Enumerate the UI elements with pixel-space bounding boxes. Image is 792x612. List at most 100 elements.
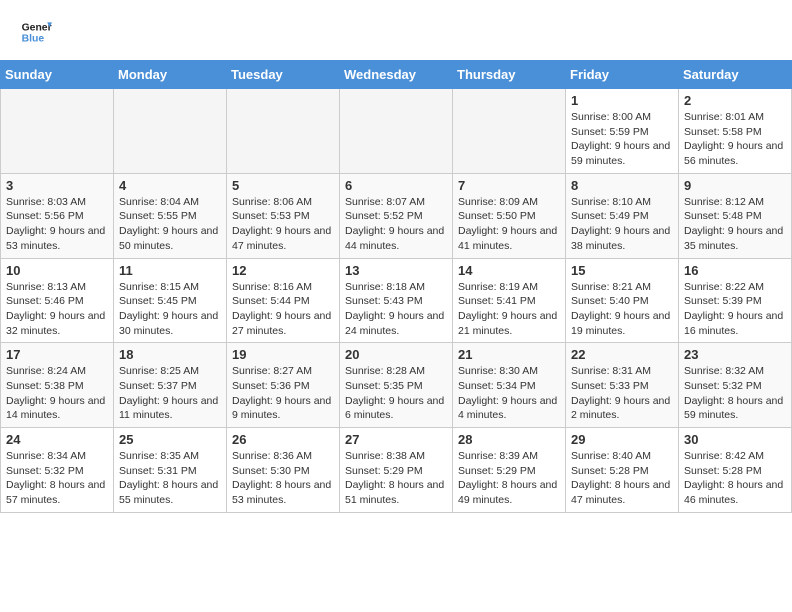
day-info: Sunrise: 8:25 AM Sunset: 5:37 PM Dayligh… <box>119 364 221 423</box>
day-info: Sunrise: 8:31 AM Sunset: 5:33 PM Dayligh… <box>571 364 673 423</box>
day-number: 6 <box>345 178 447 193</box>
day-number: 17 <box>6 347 108 362</box>
day-info: Sunrise: 8:36 AM Sunset: 5:30 PM Dayligh… <box>232 449 334 508</box>
day-number: 2 <box>684 93 786 108</box>
day-info: Sunrise: 8:38 AM Sunset: 5:29 PM Dayligh… <box>345 449 447 508</box>
day-info: Sunrise: 8:03 AM Sunset: 5:56 PM Dayligh… <box>6 195 108 254</box>
day-info: Sunrise: 8:09 AM Sunset: 5:50 PM Dayligh… <box>458 195 560 254</box>
day-info: Sunrise: 8:16 AM Sunset: 5:44 PM Dayligh… <box>232 280 334 339</box>
weekday-header-wednesday: Wednesday <box>340 61 453 89</box>
day-info: Sunrise: 8:22 AM Sunset: 5:39 PM Dayligh… <box>684 280 786 339</box>
day-info: Sunrise: 8:30 AM Sunset: 5:34 PM Dayligh… <box>458 364 560 423</box>
day-number: 12 <box>232 263 334 278</box>
calendar-cell <box>1 89 114 174</box>
svg-text:Blue: Blue <box>22 34 45 45</box>
calendar-week-row: 1 Sunrise: 8:00 AM Sunset: 5:59 PM Daylig… <box>1 89 792 174</box>
day-number: 14 <box>458 263 560 278</box>
calendar-cell: 8 Sunrise: 8:10 AM Sunset: 5:49 PM Daylig… <box>566 173 679 258</box>
calendar-cell: 10Sunrise: 8:13 AM Sunset: 5:46 PM Dayli… <box>1 258 114 343</box>
calendar-cell: 25 Sunrise: 8:35 AM Sunset: 5:31 PM Dayli… <box>114 428 227 513</box>
calendar-cell: 28 Sunrise: 8:39 AM Sunset: 5:29 PM Dayli… <box>453 428 566 513</box>
calendar-week-row: 10Sunrise: 8:13 AM Sunset: 5:46 PM Dayli… <box>1 258 792 343</box>
day-number: 26 <box>232 432 334 447</box>
calendar-cell: 2 Sunrise: 8:01 AM Sunset: 5:58 PM Daylig… <box>679 89 792 174</box>
calendar-cell: 30Sunrise: 8:42 AM Sunset: 5:28 PM Dayli… <box>679 428 792 513</box>
day-number: 1 <box>571 93 673 108</box>
calendar-cell <box>453 89 566 174</box>
weekday-header-sunday: Sunday <box>1 61 114 89</box>
weekday-header-monday: Monday <box>114 61 227 89</box>
calendar-week-row: 24 Sunrise: 8:34 AM Sunset: 5:32 PM Dayli… <box>1 428 792 513</box>
day-number: 30 <box>684 432 786 447</box>
day-info: Sunrise: 8:24 AM Sunset: 5:38 PM Dayligh… <box>6 364 108 423</box>
logo: General Blue <box>20 16 52 48</box>
day-number: 11 <box>119 263 221 278</box>
day-info: Sunrise: 8:04 AM Sunset: 5:55 PM Dayligh… <box>119 195 221 254</box>
calendar-header-row: SundayMondayTuesdayWednesdayThursdayFrid… <box>1 61 792 89</box>
weekday-header-thursday: Thursday <box>453 61 566 89</box>
day-info: Sunrise: 8:07 AM Sunset: 5:52 PM Dayligh… <box>345 195 447 254</box>
day-info: Sunrise: 8:01 AM Sunset: 5:58 PM Dayligh… <box>684 110 786 169</box>
day-info: Sunrise: 8:13 AM Sunset: 5:46 PM Dayligh… <box>6 280 108 339</box>
calendar-cell: 3 Sunrise: 8:03 AM Sunset: 5:56 PM Daylig… <box>1 173 114 258</box>
calendar-cell: 4 Sunrise: 8:04 AM Sunset: 5:55 PM Daylig… <box>114 173 227 258</box>
day-info: Sunrise: 8:35 AM Sunset: 5:31 PM Dayligh… <box>119 449 221 508</box>
calendar-cell: 17 Sunrise: 8:24 AM Sunset: 5:38 PM Dayli… <box>1 343 114 428</box>
calendar-cell: 19Sunrise: 8:27 AM Sunset: 5:36 PM Dayli… <box>227 343 340 428</box>
day-number: 15 <box>571 263 673 278</box>
day-number: 23 <box>684 347 786 362</box>
weekday-header-tuesday: Tuesday <box>227 61 340 89</box>
calendar-cell: 5 Sunrise: 8:06 AM Sunset: 5:53 PM Daylig… <box>227 173 340 258</box>
calendar-cell: 11 Sunrise: 8:15 AM Sunset: 5:45 PM Dayli… <box>114 258 227 343</box>
calendar-week-row: 17 Sunrise: 8:24 AM Sunset: 5:38 PM Dayli… <box>1 343 792 428</box>
calendar-cell: 23 Sunrise: 8:32 AM Sunset: 5:32 PM Dayli… <box>679 343 792 428</box>
day-number: 24 <box>6 432 108 447</box>
day-info: Sunrise: 8:15 AM Sunset: 5:45 PM Dayligh… <box>119 280 221 339</box>
calendar-cell: 21Sunrise: 8:30 AM Sunset: 5:34 PM Dayli… <box>453 343 566 428</box>
calendar-cell: 29 Sunrise: 8:40 AM Sunset: 5:28 PM Dayli… <box>566 428 679 513</box>
calendar-cell: 6 Sunrise: 8:07 AM Sunset: 5:52 PM Daylig… <box>340 173 453 258</box>
day-number: 13 <box>345 263 447 278</box>
page-header: General Blue <box>0 0 792 52</box>
calendar-week-row: 3 Sunrise: 8:03 AM Sunset: 5:56 PM Daylig… <box>1 173 792 258</box>
day-number: 20 <box>345 347 447 362</box>
day-info: Sunrise: 8:06 AM Sunset: 5:53 PM Dayligh… <box>232 195 334 254</box>
calendar-cell: 16 Sunrise: 8:22 AM Sunset: 5:39 PM Dayli… <box>679 258 792 343</box>
calendar-cell: 1 Sunrise: 8:00 AM Sunset: 5:59 PM Daylig… <box>566 89 679 174</box>
calendar-table: SundayMondayTuesdayWednesdayThursdayFrid… <box>0 60 792 513</box>
calendar-cell: 7Sunrise: 8:09 AM Sunset: 5:50 PM Daylig… <box>453 173 566 258</box>
calendar-cell: 9Sunrise: 8:12 AM Sunset: 5:48 PM Daylig… <box>679 173 792 258</box>
day-info: Sunrise: 8:34 AM Sunset: 5:32 PM Dayligh… <box>6 449 108 508</box>
calendar-cell <box>340 89 453 174</box>
calendar-cell: 14 Sunrise: 8:19 AM Sunset: 5:41 PM Dayli… <box>453 258 566 343</box>
day-info: Sunrise: 8:19 AM Sunset: 5:41 PM Dayligh… <box>458 280 560 339</box>
calendar-cell: 13 Sunrise: 8:18 AM Sunset: 5:43 PM Dayli… <box>340 258 453 343</box>
day-info: Sunrise: 8:00 AM Sunset: 5:59 PM Dayligh… <box>571 110 673 169</box>
calendar-cell: 26 Sunrise: 8:36 AM Sunset: 5:30 PM Dayli… <box>227 428 340 513</box>
day-info: Sunrise: 8:12 AM Sunset: 5:48 PM Dayligh… <box>684 195 786 254</box>
day-info: Sunrise: 8:40 AM Sunset: 5:28 PM Dayligh… <box>571 449 673 508</box>
day-info: Sunrise: 8:32 AM Sunset: 5:32 PM Dayligh… <box>684 364 786 423</box>
day-number: 16 <box>684 263 786 278</box>
day-number: 3 <box>6 178 108 193</box>
weekday-header-saturday: Saturday <box>679 61 792 89</box>
calendar-cell: 20 Sunrise: 8:28 AM Sunset: 5:35 PM Dayli… <box>340 343 453 428</box>
calendar-cell <box>114 89 227 174</box>
calendar-cell: 27 Sunrise: 8:38 AM Sunset: 5:29 PM Dayli… <box>340 428 453 513</box>
logo-icon: General Blue <box>20 16 52 48</box>
day-info: Sunrise: 8:18 AM Sunset: 5:43 PM Dayligh… <box>345 280 447 339</box>
day-number: 5 <box>232 178 334 193</box>
day-number: 25 <box>119 432 221 447</box>
day-number: 29 <box>571 432 673 447</box>
day-info: Sunrise: 8:28 AM Sunset: 5:35 PM Dayligh… <box>345 364 447 423</box>
calendar-cell: 15 Sunrise: 8:21 AM Sunset: 5:40 PM Dayli… <box>566 258 679 343</box>
day-info: Sunrise: 8:10 AM Sunset: 5:49 PM Dayligh… <box>571 195 673 254</box>
day-info: Sunrise: 8:39 AM Sunset: 5:29 PM Dayligh… <box>458 449 560 508</box>
day-number: 27 <box>345 432 447 447</box>
day-number: 4 <box>119 178 221 193</box>
day-number: 19 <box>232 347 334 362</box>
calendar-cell: 24 Sunrise: 8:34 AM Sunset: 5:32 PM Dayli… <box>1 428 114 513</box>
day-number: 28 <box>458 432 560 447</box>
day-number: 8 <box>571 178 673 193</box>
day-info: Sunrise: 8:21 AM Sunset: 5:40 PM Dayligh… <box>571 280 673 339</box>
